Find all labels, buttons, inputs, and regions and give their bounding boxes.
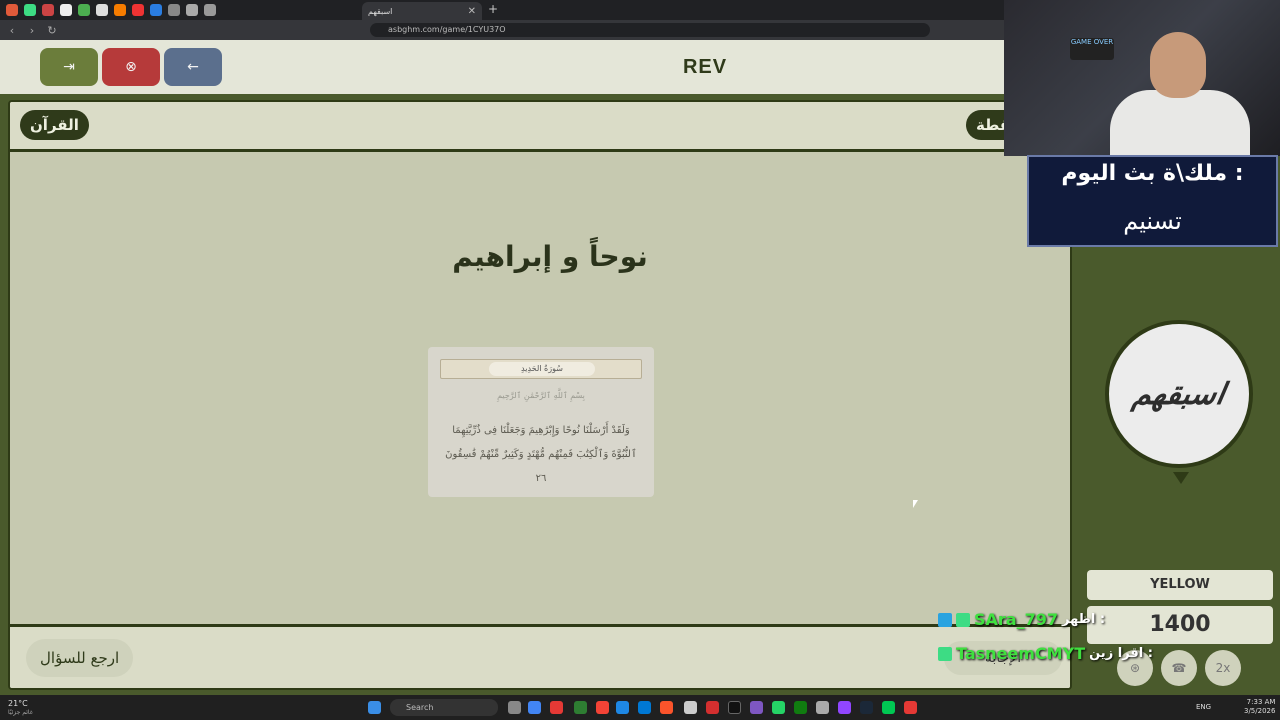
chat-badge-icon (938, 646, 952, 661)
banner-title: ملك\ة بث اليوم : (1061, 161, 1244, 186)
app-icon[interactable] (706, 701, 719, 714)
team-logo-pointer (1173, 472, 1189, 484)
category-bar: القرآن نقطة (10, 102, 1070, 152)
tab-title: اسبقهم (368, 6, 393, 16)
brave-icon[interactable] (660, 701, 673, 714)
weather-desc: غائم جزئيًا (8, 709, 33, 716)
question-footer: ارجع للسؤال الإجابة (10, 624, 1070, 688)
language-indicator[interactable]: ENG (1196, 703, 1211, 711)
taskbar: 21°C غائم جزئيًا Search ENG 7:33 AM 3/5/… (0, 695, 1280, 720)
app-icon[interactable] (684, 701, 697, 714)
tab-favicon-icon[interactable] (114, 4, 126, 16)
team-logo-text: اسبقهم (1130, 376, 1228, 412)
streamer-body (1110, 90, 1250, 156)
back-nav-icon[interactable]: ‹ (4, 24, 20, 37)
team-name: YELLOW (1087, 570, 1273, 600)
youtube-icon[interactable] (596, 701, 609, 714)
app-icon[interactable] (904, 701, 917, 714)
app-icon[interactable] (616, 701, 629, 714)
game-over-sign: GAME OVER (1070, 38, 1114, 60)
exit-button[interactable]: ⇥ (40, 48, 98, 86)
category-badge: القرآن (20, 110, 89, 140)
double-label: 2x (1215, 661, 1231, 675)
surah-title: سُورَةُ الحَدِيدِ (489, 362, 595, 376)
url-field[interactable]: asbghm.com/game/1CYU37O (370, 23, 930, 37)
chat-username: TasneemCMYT (956, 644, 1086, 663)
call-friend-button[interactable]: ☎ (1161, 650, 1197, 686)
question-text: نوحاً و إبراهيم (452, 240, 648, 273)
surah-header: سُورَةُ الحَدِيدِ (440, 359, 642, 379)
basmala: بِسْمِ ٱللَّهِ ٱلرَّحْمَٰنِ ٱلرَّحِيمِ (497, 391, 585, 400)
tab-favicon-icon[interactable] (150, 4, 162, 16)
phone-icon: ☎ (1171, 661, 1187, 675)
new-tab-button[interactable]: + (488, 2, 498, 16)
tab-favicon-icon[interactable] (96, 4, 108, 16)
game-logo: REV (682, 56, 728, 78)
tab-favicon-icon[interactable] (42, 4, 54, 16)
app-icon[interactable] (882, 701, 895, 714)
chat-badge-icon (956, 612, 970, 627)
exit-icon: ⇥ (63, 59, 75, 75)
reload-icon[interactable]: ↻ (44, 24, 60, 37)
task-view-icon[interactable] (508, 701, 521, 714)
forward-nav-icon[interactable]: › (24, 24, 40, 37)
weather-temp: 21°C (8, 699, 28, 708)
steam-icon[interactable] (860, 701, 873, 714)
tab-close-icon[interactable]: ✕ (468, 6, 476, 17)
team-score: 1400 (1087, 606, 1273, 644)
chat-text: اظهر : (1062, 612, 1106, 627)
cancel-button[interactable]: ⊗ (102, 48, 160, 86)
settings-icon[interactable] (816, 701, 829, 714)
app-icon[interactable] (638, 701, 651, 714)
back-to-question-button[interactable]: ارجع للسؤال (26, 639, 134, 677)
chat-message: SAra_797 اظهر : (938, 610, 1105, 629)
chat-message: TasneemCMYT اقرا زين : (938, 644, 1153, 663)
whatsapp-icon[interactable] (772, 701, 785, 714)
question-panel: القرآن نقطة نوحاً و إبراهيم سُورَةُ الحَ… (8, 100, 1072, 690)
windows-start-icon[interactable] (368, 701, 381, 714)
app-icon[interactable] (728, 701, 741, 714)
xbox-icon[interactable] (794, 701, 807, 714)
ayah-text: وَلَقَدْ أَرْسَلْنَا نُوحًا وَإِبْرَٰهِي… (445, 425, 637, 484)
taskbar-search[interactable]: Search (390, 699, 498, 716)
points-badge: نقطة (966, 110, 1006, 140)
streamer-head (1150, 32, 1206, 98)
tab-favicon-icon[interactable] (132, 4, 144, 16)
cancel-icon: ⊗ (125, 59, 137, 75)
wheel-icon: ⊛ (1129, 661, 1141, 675)
app-icon[interactable] (750, 701, 763, 714)
weather-widget[interactable]: 21°C غائم جزئيًا (8, 699, 33, 717)
banner-name: تسنيم (1123, 207, 1182, 235)
stream-banner: ملك\ة بث اليوم : تسنيم (1027, 155, 1278, 247)
tab-favicon-icon[interactable] (204, 4, 216, 16)
chat-text: اقرا زين : (1089, 646, 1153, 661)
team-logo: اسبقهم (1105, 320, 1253, 468)
tab-active[interactable]: اسبقهم ✕ (362, 2, 482, 20)
arrow-left-icon: ← (187, 59, 199, 75)
tab-favicon-icon[interactable] (186, 4, 198, 16)
app-icon[interactable] (574, 701, 587, 714)
mouse-cursor-icon (913, 500, 918, 508)
tab-favicon-icon[interactable] (6, 4, 18, 16)
back-button[interactable]: ← (164, 48, 222, 86)
chat-username: SAra_797 (974, 610, 1058, 629)
chrome-icon[interactable] (528, 701, 541, 714)
clock-time: 7:33 AM (1246, 698, 1276, 706)
app-icon[interactable] (550, 701, 563, 714)
tab-favicon-icon[interactable] (168, 4, 180, 16)
clock-date: 3/5/2026 (1244, 707, 1276, 715)
app-icon[interactable] (838, 701, 851, 714)
tab-favicon-icon[interactable] (60, 4, 72, 16)
taskbar-clock[interactable]: 7:33 AM 3/5/2026 (1244, 698, 1275, 716)
ayah-image: سُورَةُ الحَدِيدِ بِسْمِ ٱللَّهِ ٱلرَّحْ… (428, 347, 654, 497)
tab-favicon-icon[interactable] (24, 4, 36, 16)
tab-favicon-icon[interactable] (78, 4, 90, 16)
chat-badge-icon (938, 612, 952, 627)
double-points-button[interactable]: 2x (1205, 650, 1241, 686)
